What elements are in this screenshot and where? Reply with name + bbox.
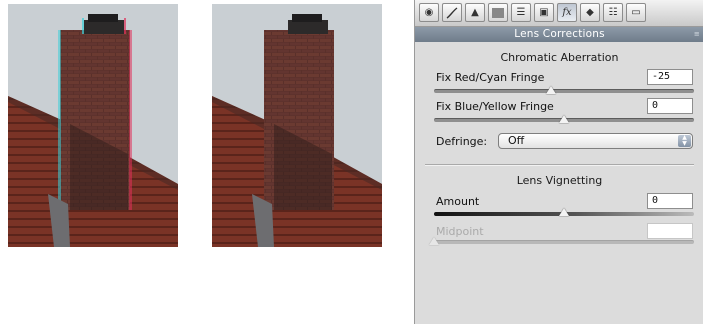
blue-yellow-slider-thumb[interactable] <box>559 115 569 123</box>
defringe-label: Defringe: <box>436 135 488 148</box>
midpoint-label: Midpoint <box>436 225 484 238</box>
hsl-icon[interactable]: ▲ <box>465 3 485 22</box>
panel-toolbar: ◉ ▲ ☰ ▣ fx ◆ ☷ ▭ <box>415 0 703 27</box>
amount-value-field[interactable]: 0 <box>647 193 693 209</box>
midpoint-slider-track <box>434 240 694 244</box>
amount-label: Amount <box>436 195 480 208</box>
updown-arrow-icon: ▲ ▼ <box>678 135 691 147</box>
snapshots-icon[interactable]: ▭ <box>626 3 646 22</box>
presets-icon[interactable]: ☷ <box>603 3 623 22</box>
effects-icon[interactable]: ◆ <box>580 3 600 22</box>
grayscale-icon[interactable] <box>488 3 508 22</box>
panel-grip-icon[interactable]: ≡ <box>694 27 700 42</box>
red-cyan-label: Fix Red/Cyan Fringe <box>436 71 545 84</box>
panel-title-bar: Lens Corrections ≡ <box>415 27 703 42</box>
section-divider <box>425 164 694 166</box>
blue-yellow-value-field[interactable]: 0 <box>647 98 693 114</box>
amount-slider-thumb[interactable] <box>559 208 569 216</box>
red-cyan-value-field[interactable]: -25 <box>647 69 693 85</box>
detail-icon[interactable]: ▣ <box>534 3 554 22</box>
chimney-photo-after <box>212 4 382 247</box>
midpoint-value-field <box>647 223 693 239</box>
chimney-photo-before <box>8 4 178 247</box>
midpoint-slider-thumb <box>429 237 439 245</box>
red-cyan-slider-track[interactable] <box>434 89 694 93</box>
lens-corrections-panel: ◉ ▲ ☰ ▣ fx ◆ ☷ ▭ Lens Corrections ≡ Chro… <box>414 0 703 324</box>
blue-yellow-label: Fix Blue/Yellow Fringe <box>436 100 554 113</box>
camera-calibration-icon[interactable]: ◉ <box>419 3 439 22</box>
tone-curve-icon[interactable] <box>442 3 462 22</box>
lens-fx-icon[interactable]: fx <box>557 3 577 22</box>
split-toning-icon[interactable]: ☰ <box>511 3 531 22</box>
defringe-select[interactable]: Off ▲ ▼ <box>498 133 693 149</box>
red-cyan-slider-thumb[interactable] <box>546 86 556 94</box>
defringe-selected-value: Off <box>508 134 525 147</box>
panel-title: Lens Corrections <box>514 28 605 40</box>
chromatic-aberration-title: Chromatic Aberration <box>500 51 619 64</box>
lens-vignetting-title: Lens Vignetting <box>516 174 603 187</box>
